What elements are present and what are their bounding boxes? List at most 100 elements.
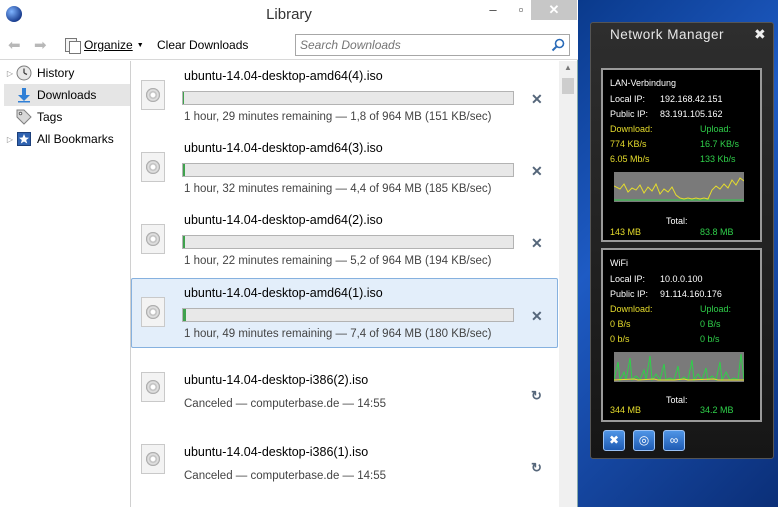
local-ip-label: Local IP: (610, 274, 646, 284)
disc-image-file-icon (141, 444, 165, 474)
download-arrow-icon (18, 88, 30, 103)
close-icon[interactable]: ✖ (754, 26, 766, 43)
download-item[interactable]: ubuntu-14.04-desktop-i386(1).iso Cancele… (131, 425, 558, 495)
download-item-selected[interactable]: ubuntu-14.04-desktop-amd64(1).iso 1 hour… (131, 278, 558, 348)
download-filename: ubuntu-14.04-desktop-amd64(1).iso (184, 286, 383, 300)
download-status: Canceled — computerbase.de — 14:55 (184, 470, 387, 482)
upload-rate-bytes: 0 B/s (700, 319, 721, 329)
retry-icon[interactable]: ↻ (531, 388, 542, 404)
close-button[interactable]: ✕ (531, 0, 577, 20)
total-upload: 83.8 MB (700, 227, 734, 237)
chevron-down-icon: ▼ (136, 41, 144, 49)
public-ip-label: Public IP: (610, 289, 649, 299)
download-status: 1 hour, 49 minutes remaining — 7,4 of 96… (184, 328, 492, 340)
sidebar-item-all-bookmarks[interactable]: ▷ All Bookmarks (4, 128, 130, 150)
public-ip-value: 91.114.160.176 (660, 289, 722, 299)
bookmark-star-icon (17, 132, 31, 146)
gadget-title: Network Manager (610, 27, 725, 42)
history-clock-icon (16, 65, 32, 81)
local-ip-label: Local IP: (610, 94, 646, 104)
download-rate-bits: 0 b/s (610, 334, 630, 344)
adapter-panel-lan: LAN-Verbindung Local IP: 192.168.42.151 … (601, 68, 762, 242)
disc-image-file-icon (141, 372, 165, 402)
download-progress-bar (182, 163, 514, 177)
download-status: 1 hour, 22 minutes remaining — 5,2 of 96… (184, 255, 492, 267)
upload-rate-bits: 0 b/s (700, 334, 720, 344)
sidebar-item-label: History (37, 66, 75, 80)
download-item[interactable]: ubuntu-14.04-desktop-amd64(4).iso 1 hour… (131, 61, 558, 131)
upload-rate-bytes: 16.7 KB/s (700, 139, 740, 149)
search-icon[interactable] (551, 38, 565, 52)
tools-icon[interactable]: ✖ (603, 430, 625, 451)
clear-downloads-button[interactable]: Clear Downloads (157, 38, 248, 52)
sidebar-item-label: Downloads (37, 88, 97, 102)
scroll-up-arrow-icon[interactable]: ▲ (559, 63, 577, 72)
download-rate-bytes: 774 KB/s (610, 139, 647, 149)
upload-label: Upload: (700, 304, 732, 314)
download-progress-bar (182, 91, 514, 105)
total-download: 143 MB (610, 227, 642, 237)
upload-label: Upload: (700, 124, 732, 134)
downloads-list: ubuntu-14.04-desktop-amd64(4).iso 1 hour… (131, 61, 559, 507)
library-window: Library – ▫ ✕ ⬅ ➡ Organize ▼ Clear Downl… (0, 0, 578, 507)
download-rate-bytes: 0 B/s (610, 319, 631, 329)
total-download: 344 MB (610, 405, 642, 415)
title-bar[interactable]: Library – ▫ ✕ (0, 0, 578, 30)
public-ip-value: 83.191.105.162 (660, 109, 723, 119)
download-item[interactable]: ubuntu-14.04-desktop-amd64(3).iso 1 hour… (131, 133, 558, 203)
public-ip-label: Public IP: (610, 109, 649, 119)
adapter-name: WiFi (610, 258, 628, 268)
organize-icon (64, 38, 81, 54)
total-label: Total: (666, 395, 688, 405)
download-filename: ubuntu-14.04-desktop-amd64(3).iso (184, 141, 383, 155)
upload-rate-bits: 133 Kb/s (700, 154, 736, 164)
disc-image-file-icon (141, 297, 165, 327)
cancel-icon[interactable]: ✕ (531, 235, 543, 252)
organize-label: Organize (84, 38, 133, 52)
expand-arrow-icon[interactable]: ▷ (4, 135, 16, 144)
minimize-button[interactable]: – (478, 0, 508, 20)
retry-icon[interactable]: ↻ (531, 460, 542, 476)
search-box[interactable] (295, 34, 570, 56)
total-upload: 34.2 MB (700, 405, 734, 415)
local-ip-value: 192.168.42.151 (660, 94, 723, 104)
sidebar-item-tags[interactable]: Tags (4, 106, 130, 128)
search-input[interactable] (296, 35, 541, 55)
disc-image-file-icon (141, 152, 165, 182)
download-item[interactable]: ubuntu-14.04-desktop-i386(2).iso Cancele… (131, 353, 558, 423)
tag-icon (16, 109, 32, 125)
cancel-icon[interactable]: ✕ (531, 163, 543, 180)
download-rate-bits: 6.05 Mb/s (610, 154, 650, 164)
organize-menu-button[interactable]: Organize ▼ (64, 36, 144, 54)
forward-arrow-icon[interactable]: ➡ (34, 36, 47, 54)
scrollbar[interactable]: ▲ (559, 61, 577, 507)
download-progress-bar (182, 308, 514, 322)
download-label: Download: (610, 304, 653, 314)
cancel-icon[interactable]: ✕ (531, 308, 543, 325)
download-status: 1 hour, 32 minutes remaining — 4,4 of 96… (184, 183, 492, 195)
refresh-circle-icon[interactable]: ◎ (633, 430, 655, 451)
traffic-graph (614, 352, 744, 382)
sidebar-item-history[interactable]: ▷ History (4, 62, 130, 84)
toolbar: ⬅ ➡ Organize ▼ Clear Downloads (0, 30, 578, 60)
network-link-icon[interactable]: ∞ (663, 430, 685, 451)
download-item[interactable]: ubuntu-14.04-desktop-amd64(2).iso 1 hour… (131, 205, 558, 275)
disc-image-file-icon (141, 224, 165, 254)
download-status: Canceled — computerbase.de — 14:55 (184, 398, 387, 410)
sidebar-item-downloads[interactable]: Downloads (4, 84, 130, 106)
adapter-name: LAN-Verbindung (610, 78, 677, 88)
download-progress-bar (182, 235, 514, 249)
network-manager-gadget: Network Manager ✖ LAN-Verbindung Local I… (590, 22, 774, 459)
back-arrow-icon[interactable]: ⬅ (8, 36, 21, 54)
traffic-graph (614, 172, 744, 202)
expand-arrow-icon[interactable]: ▷ (4, 69, 16, 78)
scrollbar-thumb[interactable] (562, 78, 574, 94)
sidebar-item-label: Tags (37, 110, 63, 124)
download-label: Download: (610, 124, 653, 134)
download-status: 1 hour, 29 minutes remaining — 1,8 of 96… (184, 111, 492, 123)
download-filename: ubuntu-14.04-desktop-i386(1).iso (184, 445, 369, 459)
download-filename: ubuntu-14.04-desktop-i386(2).iso (184, 373, 369, 387)
cancel-icon[interactable]: ✕ (531, 91, 543, 108)
local-ip-value: 10.0.0.100 (660, 274, 703, 284)
adapter-panel-wifi: WiFi Local IP: 10.0.0.100 Public IP: 91.… (601, 248, 762, 422)
